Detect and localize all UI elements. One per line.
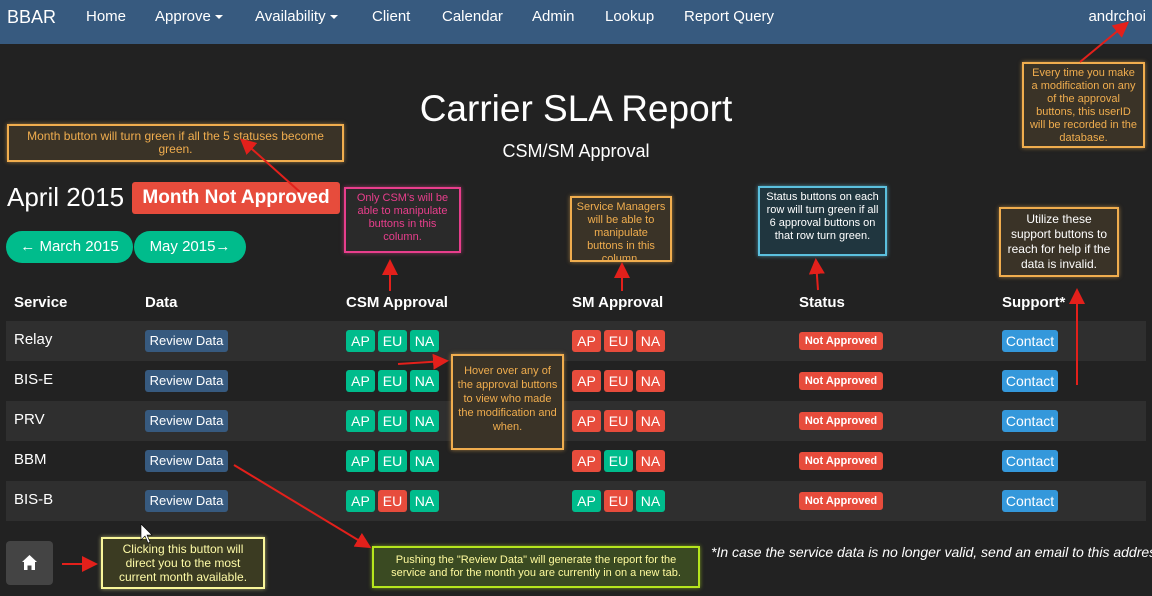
month-label: April 2015 xyxy=(7,182,125,212)
csm-ap-button[interactable]: AP xyxy=(346,490,375,512)
nav-approve[interactable]: Approve xyxy=(155,8,223,25)
status-badge: Not Approved xyxy=(799,372,883,390)
service-name: PRV xyxy=(14,411,45,428)
csm-na-button[interactable]: NA xyxy=(410,330,439,352)
next-month-button[interactable]: May 2015→ xyxy=(134,231,246,263)
annotation-support: Utilize these support buttons to reach f… xyxy=(999,207,1119,277)
table-row: BIS-E Review Data AP EU NA AP EU NA Not Approved… xyxy=(6,361,1146,401)
review-data-button[interactable]: Review Data xyxy=(145,370,228,392)
sm-ap-button[interactable]: AP xyxy=(572,450,601,472)
csm-na-button[interactable]: NA xyxy=(410,410,439,432)
nav-calendar[interactable]: Calendar xyxy=(442,8,503,25)
review-data-button[interactable]: Review Data xyxy=(145,410,228,432)
col-header-data: Data xyxy=(145,294,178,311)
col-header-support: Support* xyxy=(1002,294,1066,311)
col-header-csm: CSM Approval xyxy=(346,294,448,311)
contact-button[interactable]: Contact xyxy=(1002,450,1058,472)
annotation-month-button: Month button will turn green if all the … xyxy=(7,124,344,162)
annotation-status: Status buttons on each row will turn gre… xyxy=(758,186,887,256)
table-row: PRV Review Data AP EU NA AP EU NA Not Approved Co… xyxy=(6,401,1146,441)
service-name: BIS-B xyxy=(14,491,54,508)
nav-approve-label: Approve xyxy=(155,8,211,25)
review-data-button[interactable]: Review Data xyxy=(145,490,228,512)
service-name: BBM xyxy=(14,451,47,468)
sm-na-button[interactable]: NA xyxy=(636,410,665,432)
nav-client[interactable]: Client xyxy=(372,8,410,25)
status-badge: Not Approved xyxy=(799,452,883,470)
csm-ap-button[interactable]: AP xyxy=(346,450,375,472)
csm-ap-button[interactable]: AP xyxy=(346,330,375,352)
col-header-sm: SM Approval xyxy=(572,294,664,311)
contact-button[interactable]: Contact xyxy=(1002,330,1058,352)
csm-na-button[interactable]: NA xyxy=(410,370,439,392)
caret-down-icon xyxy=(329,15,338,20)
sm-na-button[interactable]: NA xyxy=(636,370,665,392)
csm-eu-button[interactable]: EU xyxy=(378,330,407,352)
contact-button[interactable]: Contact xyxy=(1002,370,1058,392)
review-data-button[interactable]: Review Data xyxy=(145,330,228,352)
table-row: BBM Review Data AP EU NA AP EU NA Not Approved Co… xyxy=(6,441,1146,481)
sm-ap-button[interactable]: AP xyxy=(572,330,601,352)
csm-eu-button[interactable]: EU xyxy=(378,450,407,472)
sm-eu-button[interactable]: EU xyxy=(604,490,633,512)
sm-ap-button[interactable]: AP xyxy=(572,370,601,392)
annotation-csm: Only CSM's will be able to manipulate bu… xyxy=(344,187,461,253)
sm-eu-button[interactable]: EU xyxy=(604,410,633,432)
service-name: Relay xyxy=(14,331,53,348)
contact-button[interactable]: Contact xyxy=(1002,410,1058,432)
sm-na-button[interactable]: NA xyxy=(636,450,665,472)
sm-eu-button[interactable]: EU xyxy=(604,330,633,352)
sm-ap-button[interactable]: AP xyxy=(572,490,601,512)
csm-eu-button[interactable]: EU xyxy=(378,370,407,392)
home-icon xyxy=(22,555,37,570)
status-badge: Not Approved xyxy=(799,492,883,510)
annotation-review: Pushing the "Review Data" will generate … xyxy=(372,546,700,588)
annotation-userid: Every time you make a modification on an… xyxy=(1022,62,1145,148)
home-button[interactable] xyxy=(6,541,53,585)
arrow-status xyxy=(808,258,825,291)
sm-ap-button[interactable]: AP xyxy=(572,410,601,432)
month-status-button[interactable]: Month Not Approved xyxy=(132,182,340,214)
nav-admin[interactable]: Admin xyxy=(532,8,575,25)
sm-na-button[interactable]: NA xyxy=(636,490,665,512)
csm-eu-button[interactable]: EU xyxy=(378,490,407,512)
nav-lookup[interactable]: Lookup xyxy=(605,8,654,25)
annotation-home: Clicking this button will direct you to … xyxy=(101,537,265,589)
user-menu[interactable]: andrchoi xyxy=(1088,8,1146,25)
service-name: BIS-E xyxy=(14,371,54,388)
brand-link[interactable]: BBAR xyxy=(7,7,56,28)
prev-month-button[interactable]: ← March 2015 xyxy=(6,231,133,263)
col-header-service: Service xyxy=(14,294,68,311)
annotation-sm: Service Managers will be able to manipul… xyxy=(570,196,672,265)
caret-down-icon xyxy=(214,15,223,20)
status-badge: Not Approved xyxy=(799,332,883,350)
table-row: BIS-B Review Data AP EU NA AP EU NA Not Approved… xyxy=(6,481,1146,521)
csm-eu-button[interactable]: EU xyxy=(378,410,407,432)
navbar: BBAR Home Approve Availability Client Ca… xyxy=(0,0,1152,44)
footer-note: *In case the service data is no longer v… xyxy=(711,544,1152,560)
csm-ap-button[interactable]: AP xyxy=(346,410,375,432)
table-row: Relay Review Data AP EU NA AP EU NA Not Approved… xyxy=(6,321,1146,361)
sm-eu-button[interactable]: EU xyxy=(604,370,633,392)
col-header-status: Status xyxy=(799,294,845,311)
status-badge: Not Approved xyxy=(799,412,883,430)
nav-availability-label: Availability xyxy=(255,8,326,25)
nav-home[interactable]: Home xyxy=(86,8,126,25)
sm-na-button[interactable]: NA xyxy=(636,330,665,352)
review-data-button[interactable]: Review Data xyxy=(145,450,228,472)
csm-na-button[interactable]: NA xyxy=(410,490,439,512)
contact-button[interactable]: Contact xyxy=(1002,490,1058,512)
sm-eu-button[interactable]: EU xyxy=(604,450,633,472)
nav-availability[interactable]: Availability xyxy=(255,8,338,25)
nav-report-query[interactable]: Report Query xyxy=(684,8,774,25)
csm-ap-button[interactable]: AP xyxy=(346,370,375,392)
annotation-hover: Hover over any of the approval buttons t… xyxy=(451,354,564,450)
csm-na-button[interactable]: NA xyxy=(410,450,439,472)
